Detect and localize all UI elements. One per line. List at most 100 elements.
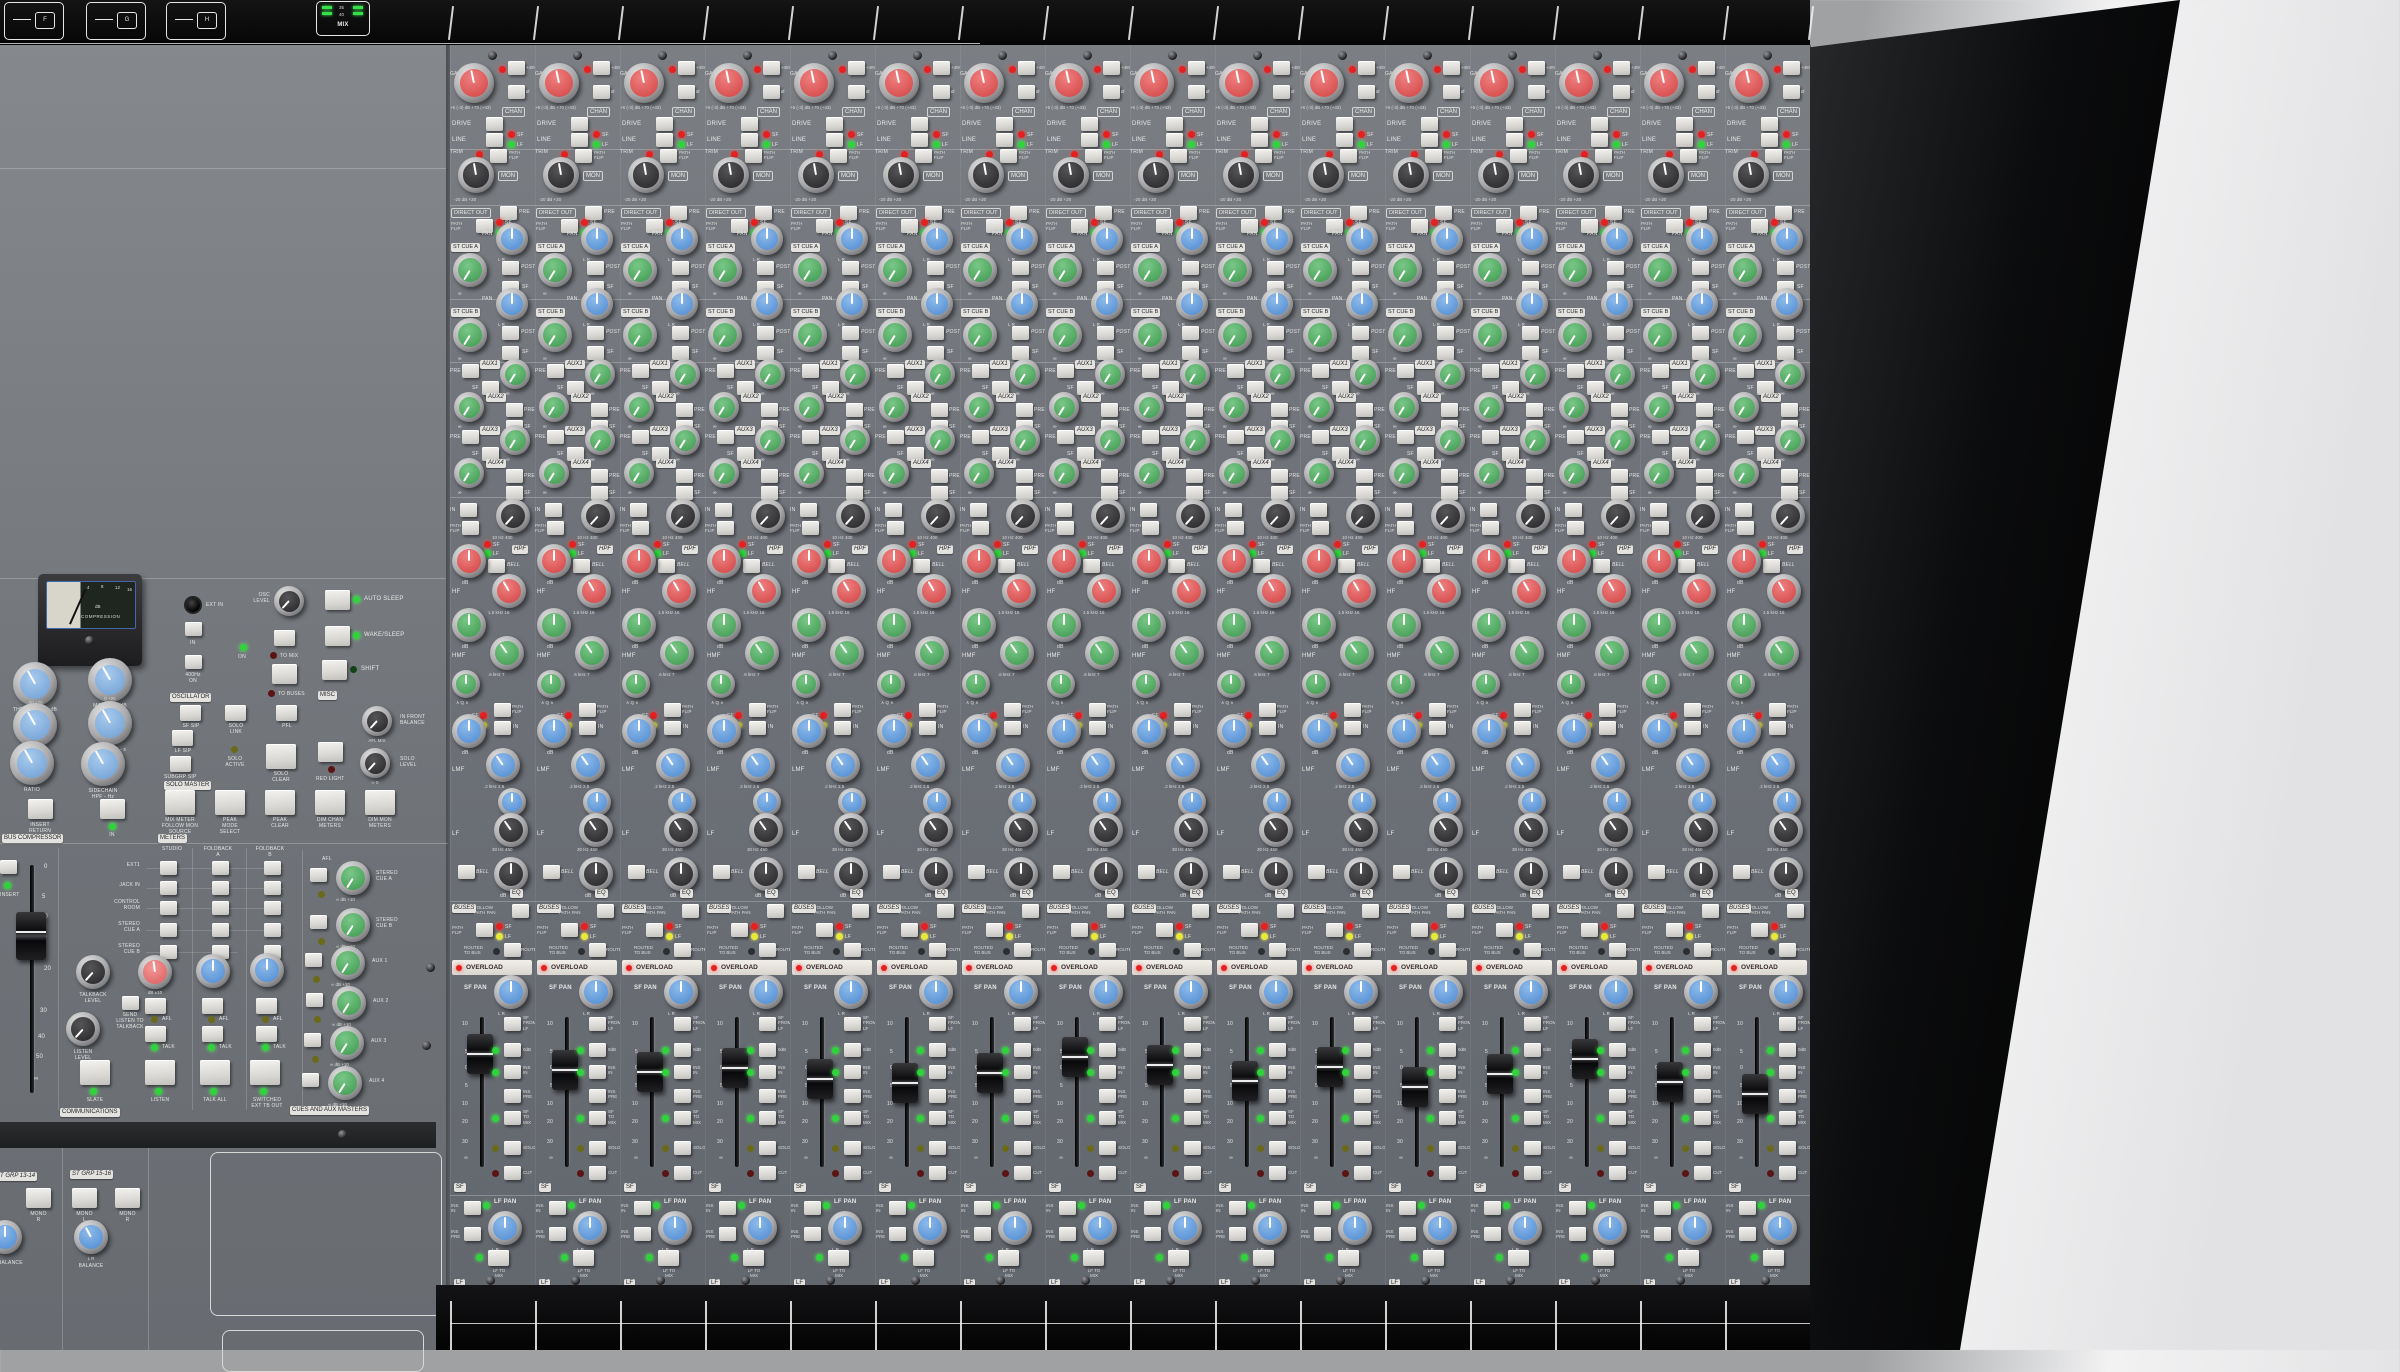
aux3-pre-button[interactable] — [1482, 430, 1499, 444]
aux4-pre-button[interactable] — [1441, 469, 1458, 483]
0db-button[interactable] — [1099, 1043, 1116, 1057]
aux1-pre-button[interactable] — [1737, 364, 1754, 378]
drive-button[interactable] — [826, 117, 843, 131]
lf-to-mix-button[interactable] — [998, 1250, 1019, 1266]
fader-cap[interactable] — [1402, 1067, 1428, 1107]
aux4-pre-button[interactable] — [506, 469, 523, 483]
lfp-ins-in-button[interactable] — [1484, 1201, 1501, 1215]
lfp-ins-pre-button[interactable] — [804, 1227, 821, 1241]
cue-a-post-button[interactable] — [1607, 261, 1624, 275]
sf-to-mix-button[interactable] — [1099, 1111, 1116, 1125]
sf-to-mix-button[interactable] — [589, 1111, 606, 1125]
phantom-button[interactable] — [1018, 61, 1035, 75]
direct-out-pre-button[interactable] — [1180, 206, 1197, 220]
lf-pan-knob[interactable] — [488, 1211, 522, 1245]
hpf-in-button[interactable] — [885, 503, 902, 517]
lf-pan-knob[interactable] — [1083, 1211, 1117, 1245]
gain-knob[interactable] — [624, 63, 664, 103]
aux3-knob[interactable] — [1010, 425, 1040, 455]
lf-bell-button[interactable] — [1478, 865, 1495, 879]
cue-b-post-button[interactable] — [927, 326, 944, 340]
follow-path-pan-button[interactable] — [767, 904, 784, 918]
osc-to-buses-button[interactable] — [272, 664, 297, 684]
ins-in-button[interactable] — [1099, 1065, 1116, 1079]
drive-button[interactable] — [656, 117, 673, 131]
cue-a-pan-knob[interactable] — [1431, 223, 1463, 255]
sf-to-mix-button[interactable] — [929, 1111, 946, 1125]
eq-in-button[interactable] — [1769, 721, 1786, 735]
hmf-freq-knob[interactable] — [1510, 636, 1544, 670]
ins-in-button[interactable] — [1014, 1065, 1031, 1079]
hf-bell-button[interactable] — [743, 559, 760, 573]
lmf-freq-knob[interactable] — [1506, 748, 1540, 782]
comms-btn-jack-studio[interactable] — [160, 881, 177, 895]
hpf-knob[interactable] — [1686, 499, 1720, 533]
lmf-freq-knob[interactable] — [911, 748, 945, 782]
gain-knob[interactable] — [1304, 63, 1344, 103]
follow-path-pan-button[interactable] — [1447, 904, 1464, 918]
hf-bell-button[interactable] — [1423, 559, 1440, 573]
lfp-ins-pre-button[interactable] — [1569, 1227, 1586, 1241]
cue-b-post-button[interactable] — [672, 326, 689, 340]
hmf-q-knob[interactable] — [1472, 670, 1500, 698]
dim-chan-meters-button[interactable] — [315, 790, 345, 815]
buses-path-flip-button[interactable] — [816, 923, 833, 937]
cue-b-pan-knob[interactable] — [1176, 288, 1208, 320]
red-light-button[interactable] — [318, 742, 343, 762]
cue-b-level-knob[interactable] — [1728, 318, 1762, 352]
buses-path-flip-button[interactable] — [646, 923, 663, 937]
lfp-ins-pre-button[interactable] — [1229, 1227, 1246, 1241]
lmf-gain-knob[interactable] — [962, 714, 996, 748]
lf-freq-knob[interactable] — [1599, 813, 1633, 847]
aux3-pre-button[interactable] — [972, 430, 989, 444]
phase-button[interactable] — [1613, 85, 1630, 99]
hpf-knob[interactable] — [581, 499, 615, 533]
path-flip-button[interactable] — [1340, 149, 1357, 163]
cue-b-pan-knob[interactable] — [496, 288, 528, 320]
hf-gain-knob[interactable] — [1557, 544, 1591, 578]
solo-clear-button[interactable] — [266, 744, 296, 769]
follow-path-pan-button[interactable] — [1617, 904, 1634, 918]
lmf-q-knob[interactable] — [1008, 788, 1036, 816]
hmf-freq-knob[interactable] — [1000, 636, 1034, 670]
phase-button[interactable] — [763, 85, 780, 99]
hmf-gain-knob[interactable] — [1642, 608, 1676, 642]
phase-button[interactable] — [1443, 85, 1460, 99]
hf-bell-button[interactable] — [913, 559, 930, 573]
cue-b-sf-button[interactable] — [1012, 346, 1029, 360]
aux1-pre-button[interactable] — [1482, 364, 1499, 378]
ins-pre-button[interactable] — [589, 1089, 606, 1103]
peak-clear-button[interactable] — [265, 790, 295, 815]
aux4-pre-button[interactable] — [676, 469, 693, 483]
comms-btn-cuea-studio[interactable] — [160, 923, 177, 937]
cue-b-pan-knob[interactable] — [751, 288, 783, 320]
cue-b-pan-knob[interactable] — [1346, 288, 1378, 320]
hpf-path-flip-button[interactable] — [462, 521, 479, 535]
trim-knob[interactable] — [1393, 157, 1429, 193]
sf-to-mix-button[interactable] — [1184, 1111, 1201, 1125]
buses-path-flip-button[interactable] — [1071, 923, 1088, 937]
lf-gain-knob[interactable] — [1684, 857, 1718, 891]
eq-path-flip-button[interactable] — [579, 703, 596, 717]
cue-a-post-button[interactable] — [1692, 261, 1709, 275]
eq-path-flip-button[interactable] — [1174, 703, 1191, 717]
fader-slot[interactable] — [1160, 1017, 1164, 1167]
eq-in-button[interactable] — [1599, 721, 1616, 735]
sf-pan-knob[interactable] — [1344, 975, 1378, 1009]
lf-pan-knob[interactable] — [573, 1211, 607, 1245]
lf-bell-button[interactable] — [1138, 865, 1155, 879]
aux1-knob[interactable] — [1265, 359, 1295, 389]
sf-to-mix-button[interactable] — [1694, 1111, 1711, 1125]
hmf-q-knob[interactable] — [1387, 670, 1415, 698]
sf-to-mix-button[interactable] — [759, 1111, 776, 1125]
phantom-button[interactable] — [1613, 61, 1630, 75]
cue-a-post-button[interactable] — [587, 261, 604, 275]
aux3-pre-button[interactable] — [462, 430, 479, 444]
0db-button[interactable] — [1524, 1043, 1541, 1057]
hf-bell-button[interactable] — [488, 559, 505, 573]
lfp-ins-in-button[interactable] — [889, 1201, 906, 1215]
drive-button[interactable] — [1676, 117, 1693, 131]
hpf-path-flip-button[interactable] — [1227, 521, 1244, 535]
sf-pan-knob[interactable] — [1769, 975, 1803, 1009]
hf-gain-knob[interactable] — [1132, 544, 1166, 578]
